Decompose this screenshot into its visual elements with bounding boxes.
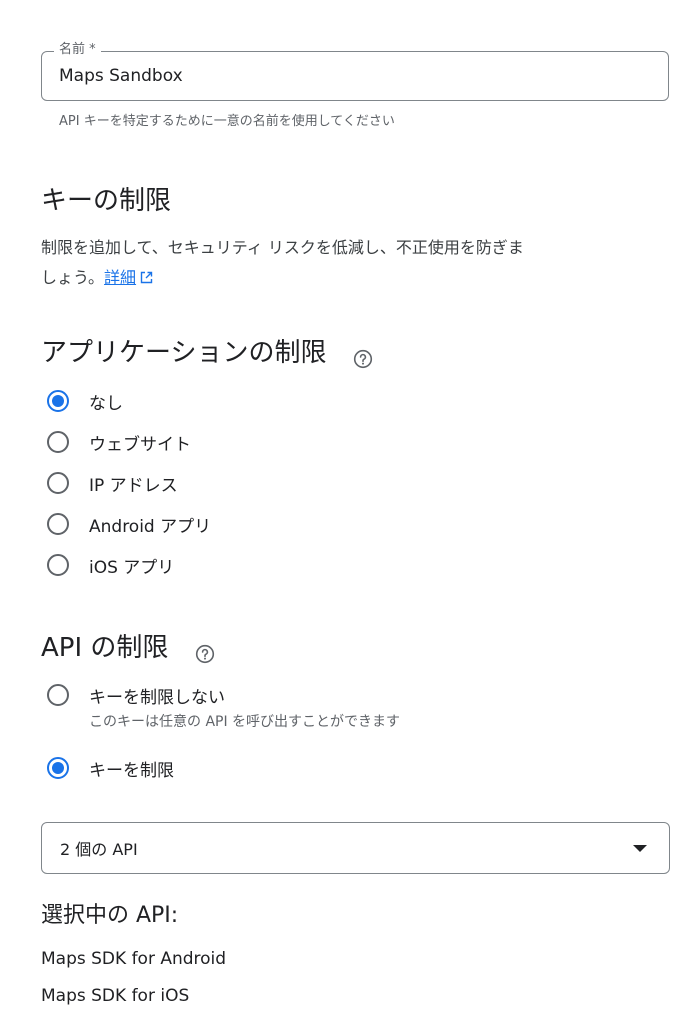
name-field-helper: API キーを特定するために一意の名前を使用してください [59, 114, 395, 129]
radio-sublabel: このキーは任意の API を呼び出すことができます [89, 714, 401, 730]
api-restrictions-title: API の制限 [41, 633, 169, 663]
radio-button-checked[interactable] [47, 757, 69, 779]
name-field-value[interactable]: Maps Sandbox [59, 64, 183, 88]
api-select-value: 2 個の API [60, 840, 138, 859]
api-restrictions-heading: API の制限 [41, 631, 215, 665]
app-restriction-option-websites[interactable]: ウェブサイト [47, 427, 191, 457]
radio-label: キーを制限 [89, 760, 174, 781]
radio-label: Android アプリ [89, 516, 212, 537]
key-restrictions-description-line2: しょう。 [41, 268, 105, 287]
radio-button-checked[interactable] [47, 390, 69, 412]
radio-label: IP アドレス [89, 475, 178, 496]
radio-label: ウェブサイト [89, 434, 191, 455]
radio-label: iOS アプリ [89, 557, 175, 578]
help-circle-icon[interactable] [353, 344, 373, 368]
application-restrictions-heading: アプリケーションの制限 [41, 336, 373, 370]
radio-label: キーを制限しない [89, 687, 225, 708]
api-select-dropdown[interactable]: 2 個の API [41, 822, 670, 874]
help-circle-icon[interactable] [195, 639, 215, 663]
app-restriction-option-none[interactable]: なし [47, 386, 123, 416]
dropdown-caret-icon [633, 844, 647, 852]
radio-button[interactable] [47, 431, 69, 453]
app-restriction-option-ip-addresses[interactable]: IP アドレス [47, 468, 178, 498]
api-restriction-option-restrict-key[interactable]: キーを制限 [47, 753, 174, 783]
learn-more-link[interactable]: 詳細 [104, 268, 136, 287]
api-restriction-option-dont-restrict[interactable]: キーを制限しない [47, 680, 225, 710]
radio-label: なし [89, 393, 123, 414]
name-field-label: 名前 * [54, 41, 101, 59]
app-restriction-option-android-apps[interactable]: Android アプリ [47, 509, 211, 539]
key-restrictions-heading: キーの制限 [41, 186, 172, 216]
key-restrictions-description-line1: 制限を追加して、セキュリティ リスクを低減し、不正使用を防ぎま [41, 238, 524, 257]
external-link-icon [140, 264, 153, 284]
application-restrictions-title: アプリケーションの制限 [41, 338, 327, 368]
radio-button[interactable] [47, 513, 69, 535]
selected-apis-heading: 選択中の API: [41, 903, 179, 928]
radio-button[interactable] [47, 472, 69, 494]
radio-button[interactable] [47, 684, 69, 706]
radio-button[interactable] [47, 554, 69, 576]
key-restrictions-description: 制限を追加して、セキュリティ リスクを低減し、不正使用を防ぎま しょう。詳細 [41, 233, 681, 293]
selected-api-item: Maps SDK for Android [41, 949, 227, 969]
selected-api-item: Maps SDK for iOS [41, 986, 190, 1006]
app-restriction-option-ios-apps[interactable]: iOS アプリ [47, 550, 174, 580]
